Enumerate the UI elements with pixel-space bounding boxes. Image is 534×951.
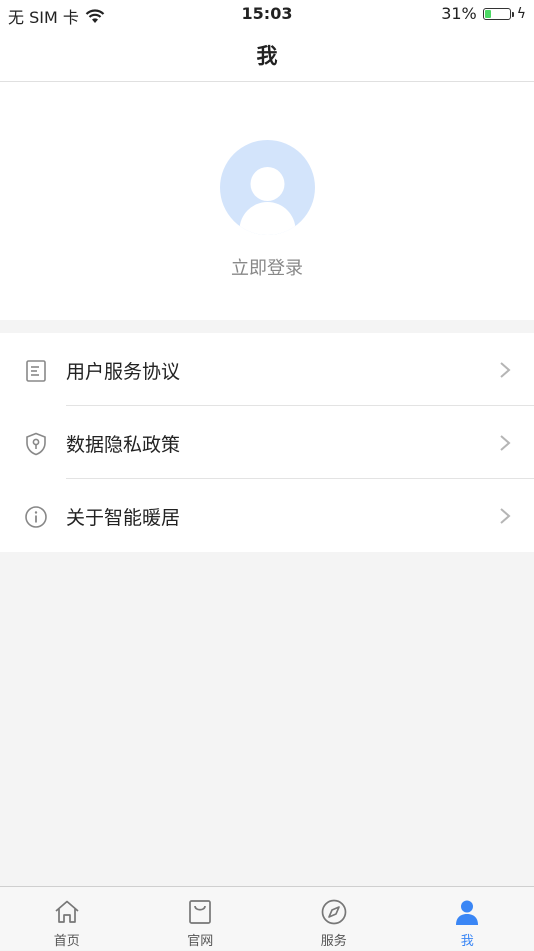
info-icon [24, 505, 48, 529]
chevron-right-icon [498, 507, 512, 525]
menu-item-about[interactable]: 关于智能暖居 [0, 479, 534, 552]
battery-percent: 31% [441, 4, 477, 23]
tab-service[interactable]: 服务 [267, 887, 401, 951]
tab-label: 我 [401, 930, 534, 949]
chevron-right-icon [498, 434, 512, 452]
shield-icon [24, 432, 48, 456]
menu-item-user-agreement[interactable]: 用户服务协议 [0, 333, 534, 406]
profile-section: 立即登录 [0, 82, 534, 320]
tab-me[interactable]: 我 [401, 887, 534, 951]
chevron-right-icon [498, 361, 512, 379]
charging-bolt-icon: ϟ [517, 6, 526, 22]
user-avatar-placeholder-icon [220, 140, 315, 235]
login-link[interactable]: 立即登录 [0, 254, 534, 280]
tab-label: 官网 [134, 930, 268, 949]
tab-official-site[interactable]: 官网 [134, 887, 268, 951]
home-icon [53, 898, 81, 926]
menu-item-privacy-policy[interactable]: 数据隐私政策 [0, 406, 534, 479]
battery-icon [483, 8, 511, 20]
status-bar: 无 SIM 卡 15:03 31% ϟ [0, 0, 534, 28]
page-title: 我 [0, 40, 534, 70]
tab-home[interactable]: 首页 [0, 887, 134, 951]
menu-item-label: 用户服务协议 [66, 357, 180, 384]
menu-item-label: 数据隐私政策 [66, 430, 180, 457]
document-icon [24, 359, 48, 383]
status-right: 31% ϟ [441, 4, 526, 23]
battery-level [485, 10, 491, 18]
settings-menu: 用户服务协议 数据隐私政策 关于智能暖居 [0, 333, 534, 552]
navigation-bar: 我 [0, 28, 534, 82]
person-icon [453, 898, 481, 926]
avatar[interactable] [220, 140, 315, 235]
tab-label: 首页 [0, 930, 134, 949]
tab-label: 服务 [267, 930, 401, 949]
shopping-bag-icon [186, 898, 214, 926]
menu-item-label: 关于智能暖居 [66, 503, 180, 530]
tab-bar: 首页 官网 服务 我 [0, 886, 534, 950]
compass-icon [320, 898, 348, 926]
